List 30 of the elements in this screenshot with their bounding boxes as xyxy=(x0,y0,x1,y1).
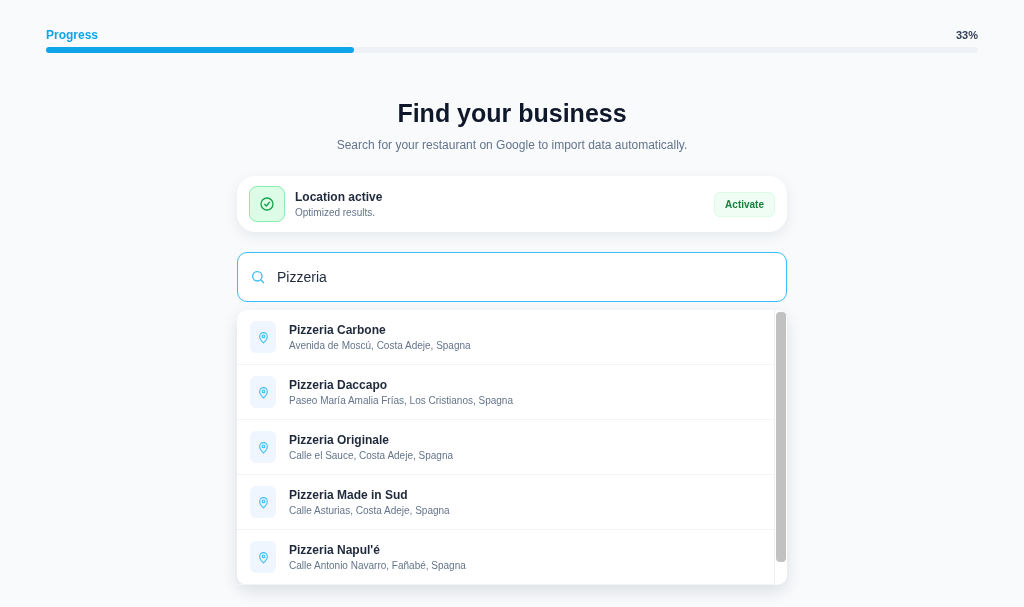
result-item[interactable]: Pizzeria Daccapo Paseo María Amalia Frías, Los Cristianos, Spagna xyxy=(237,365,774,420)
result-item[interactable]: Pizzeria Originale Calle el Sauce, Costa Adeje, Spagna xyxy=(237,420,774,475)
business-address: Avenida de Moscú, Costa Adeje, Spagna xyxy=(289,340,471,351)
location-subtitle: Optimized results. xyxy=(295,207,377,218)
map-pin-icon xyxy=(250,321,276,353)
map-pin-icon xyxy=(250,376,276,408)
activate-button[interactable]: Activate xyxy=(714,191,775,217)
page-subtitle: Search for your restaurant on Google to import data automatically. xyxy=(336,138,688,152)
business-name: Pizzeria Napul'é xyxy=(289,543,381,557)
business-name: Pizzeria Daccapo xyxy=(289,378,389,392)
business-name: Pizzeria Originale xyxy=(289,433,391,447)
search-icon xyxy=(250,269,266,285)
result-item[interactable]: Pizzeria Made in Sud Calle Asturias, Costa Adeje, Spagna xyxy=(237,475,774,530)
result-item[interactable]: Pizzeria Carbone Avenida de Moscú, Costa Adeje, Spagna xyxy=(237,310,774,365)
progress-label: Progress xyxy=(46,28,99,42)
progress-percentage: 33% xyxy=(955,29,978,41)
business-address: Calle el Sauce, Costa Adeje, Spagna xyxy=(289,450,453,461)
business-address: Paseo María Amalia Frías, Los Cristianos, Spagna xyxy=(289,395,513,406)
map-pin-icon xyxy=(250,431,276,463)
search-field[interactable]: Pizzeria xyxy=(237,252,787,302)
scrollbar-thumb[interactable] xyxy=(776,312,786,562)
business-address: Calle Antonio Navarro, Fañabé, Spagna xyxy=(289,560,466,571)
business-address: Calle Asturias, Costa Adeje, Spagna xyxy=(289,505,450,516)
map-pin-icon xyxy=(250,486,276,518)
result-item[interactable]: Pizzeria Napul'é Calle Antonio Navarro, Fañabé, Spagna xyxy=(237,530,774,585)
business-name: Pizzeria Made in Sud xyxy=(289,488,409,502)
business-name: Pizzeria Carbone xyxy=(289,323,387,337)
map-pin-icon xyxy=(250,541,276,573)
location-title: Location active xyxy=(295,190,384,204)
page-title: Find your business xyxy=(397,99,627,128)
